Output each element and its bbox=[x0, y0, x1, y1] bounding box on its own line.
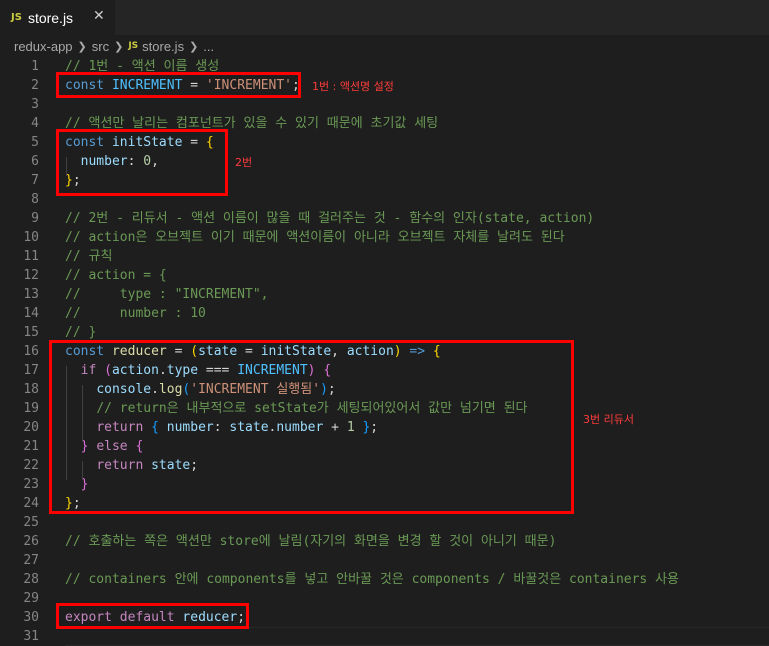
code-token: // containers 안에 components를 넣고 안바꿀 것은 c… bbox=[65, 572, 679, 587]
javascript-file-icon: JS bbox=[11, 12, 22, 23]
code-token: // action = { bbox=[65, 268, 167, 283]
tab-store-js[interactable]: JS store.js ✕ bbox=[0, 0, 115, 35]
line-number: 6 bbox=[31, 154, 39, 169]
close-icon[interactable]: ✕ bbox=[93, 8, 105, 24]
line-number: 30 bbox=[23, 610, 39, 625]
code-text: // 규칙 bbox=[65, 247, 112, 266]
line-number: 9 bbox=[31, 211, 39, 226]
code-line[interactable]: 12 // action = { bbox=[0, 266, 769, 285]
code-token: // 규칙 bbox=[65, 249, 113, 264]
line-number: 24 bbox=[23, 496, 39, 511]
code-line[interactable]: 14 // number : 10 bbox=[0, 304, 769, 323]
code-token: // } bbox=[65, 325, 97, 340]
code-text: // 호출하는 쪽은 액션만 store에 날림(자기의 화면을 변경 할 것이… bbox=[65, 532, 556, 551]
code-line[interactable]: 28 // containers 안에 components를 넣고 안바꿀 것은… bbox=[0, 570, 769, 589]
line-number: 17 bbox=[23, 363, 39, 378]
annotation-box-reducer bbox=[49, 340, 574, 514]
annotation-label-2: 2번 bbox=[235, 156, 253, 169]
breadcrumb: redux-app ❯ src ❯ JS store.js ❯ ... bbox=[0, 35, 769, 57]
breadcrumb-item-store-js[interactable]: store.js bbox=[142, 39, 184, 54]
line-number: 13 bbox=[23, 287, 39, 302]
tab-label: store.js bbox=[27, 9, 74, 26]
code-text: // action = { bbox=[65, 266, 167, 285]
line-number: 10 bbox=[23, 230, 39, 245]
line-number: 5 bbox=[31, 135, 39, 150]
javascript-file-icon: JS bbox=[128, 41, 139, 51]
line-number: 25 bbox=[23, 515, 39, 530]
code-text: // 2번 - 리듀서 - 액션 이름이 많을 때 걸러주는 것 - 함수의 인… bbox=[65, 209, 594, 228]
code-text: // type : "INCREMENT", bbox=[65, 285, 269, 304]
breadcrumb-item-symbols[interactable]: ... bbox=[203, 39, 214, 54]
line-number: 21 bbox=[23, 439, 39, 454]
line-number: 31 bbox=[23, 629, 39, 644]
code-line[interactable]: 13 // type : "INCREMENT", bbox=[0, 285, 769, 304]
code-line[interactable]: 11 // 규칙 bbox=[0, 247, 769, 266]
line-number: 29 bbox=[23, 591, 39, 606]
line-number: 27 bbox=[23, 553, 39, 568]
code-token: // type : "INCREMENT", bbox=[65, 287, 269, 302]
chevron-right-icon: ❯ bbox=[77, 40, 87, 53]
line-number: 3 bbox=[31, 97, 39, 112]
annotation-label-1: 1번 : 액션명 설정 bbox=[312, 80, 394, 93]
line-number: 26 bbox=[23, 534, 39, 549]
code-line[interactable]: 31 bbox=[0, 627, 769, 646]
code-token: // action은 오브젝트 이기 때문에 액션이름이 아니라 오브젝트 자체… bbox=[65, 230, 565, 245]
line-number: 2 bbox=[31, 78, 39, 93]
code-text: // action은 오브젝트 이기 때문에 액션이름이 아니라 오브젝트 자체… bbox=[65, 228, 565, 247]
line-number: 28 bbox=[23, 572, 39, 587]
code-token: // 2번 - 리듀서 - 액션 이름이 많을 때 걸러주는 것 - 함수의 인… bbox=[65, 211, 595, 226]
line-number: 19 bbox=[23, 401, 39, 416]
code-line[interactable]: 10 // action은 오브젝트 이기 때문에 액션이름이 아니라 오브젝트 … bbox=[0, 228, 769, 247]
annotation-box-init-state bbox=[56, 129, 228, 196]
annotation-box-export bbox=[56, 603, 249, 629]
line-number: 20 bbox=[23, 420, 39, 435]
line-number: 15 bbox=[23, 325, 39, 340]
line-number: 1 bbox=[31, 59, 39, 74]
annotation-box-action-name bbox=[56, 72, 301, 98]
line-number: 16 bbox=[23, 344, 39, 359]
breadcrumb-item-redux-app[interactable]: redux-app bbox=[14, 39, 73, 54]
line-number: 4 bbox=[31, 116, 39, 131]
line-number: 22 bbox=[23, 458, 39, 473]
code-line[interactable]: 26 // 호출하는 쪽은 액션만 store에 날림(자기의 화면을 변경 할 … bbox=[0, 532, 769, 551]
line-number: 8 bbox=[31, 192, 39, 207]
line-number: 23 bbox=[23, 477, 39, 492]
breadcrumb-item-src[interactable]: src bbox=[92, 39, 109, 54]
chevron-right-icon: ❯ bbox=[189, 40, 199, 53]
code-text: // containers 안에 components를 넣고 안바꿀 것은 c… bbox=[65, 570, 679, 589]
code-token: // 호출하는 쪽은 액션만 store에 날림(자기의 화면을 변경 할 것이… bbox=[65, 534, 557, 549]
line-number: 11 bbox=[23, 249, 39, 264]
line-number: 18 bbox=[23, 382, 39, 397]
code-token: // number : 10 bbox=[65, 306, 206, 321]
chevron-right-icon: ❯ bbox=[114, 40, 124, 53]
line-number: 7 bbox=[31, 173, 39, 188]
annotation-label-3: 3번 리듀서 bbox=[583, 413, 634, 426]
code-line[interactable]: 9 // 2번 - 리듀서 - 액션 이름이 많을 때 걸러주는 것 - 함수의 … bbox=[0, 209, 769, 228]
code-line[interactable]: 25 bbox=[0, 513, 769, 532]
code-text: // number : 10 bbox=[65, 304, 206, 323]
line-number: 14 bbox=[23, 306, 39, 321]
tab-bar: JS store.js ✕ bbox=[0, 0, 769, 35]
line-number: 12 bbox=[23, 268, 39, 283]
code-line[interactable]: 27 bbox=[0, 551, 769, 570]
